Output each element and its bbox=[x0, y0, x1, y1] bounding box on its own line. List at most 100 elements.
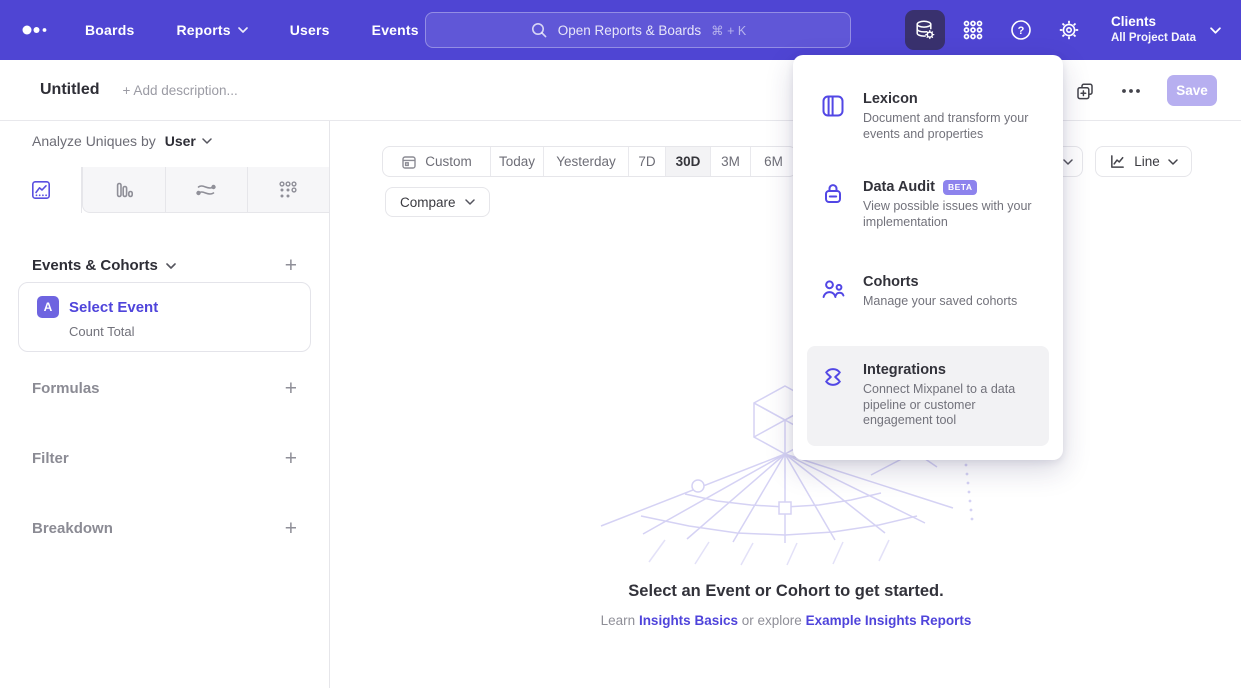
line-chart-tab-icon bbox=[30, 179, 52, 201]
data-management-button[interactable] bbox=[905, 10, 945, 50]
select-event-label: Select Event bbox=[69, 299, 158, 316]
cohorts-icon bbox=[820, 274, 846, 328]
count-total-label[interactable]: Count Total bbox=[69, 324, 310, 339]
chevron-down-icon bbox=[166, 263, 176, 269]
menu-item-integrations[interactable]: Integrations Connect Mixpanel to a data … bbox=[807, 346, 1049, 446]
menu-item-description: Connect Mixpanel to a data pipeline or c… bbox=[863, 382, 1048, 429]
analyze-by-dropdown[interactable]: User bbox=[165, 133, 212, 149]
project-scope: All Project Data bbox=[1111, 31, 1196, 45]
apps-grid-button[interactable] bbox=[953, 10, 993, 50]
chart-style-label: Line bbox=[1134, 154, 1160, 169]
more-options-button[interactable] bbox=[1121, 88, 1141, 94]
chart-style-dropdown[interactable]: Line bbox=[1095, 146, 1192, 177]
flow-tab-icon bbox=[195, 179, 217, 201]
nav-item-reports[interactable]: Reports bbox=[176, 22, 247, 38]
date-range-yesterday[interactable]: Yesterday bbox=[544, 147, 629, 176]
empty-state-heading: Select an Event or Cohort to get started… bbox=[331, 582, 1241, 601]
tab-bar-chart[interactable] bbox=[82, 167, 164, 213]
date-range-custom[interactable]: Custom bbox=[383, 147, 491, 176]
svg-text:?: ? bbox=[1018, 25, 1025, 37]
select-event-card[interactable]: A Select Event Count Total bbox=[18, 282, 311, 352]
formulas-header: Formulas bbox=[32, 380, 100, 397]
tab-flow[interactable] bbox=[165, 167, 247, 213]
add-breakdown-button[interactable]: + bbox=[285, 518, 297, 539]
date-range-6m[interactable]: 6M bbox=[751, 147, 796, 176]
example-reports-link[interactable]: Example Insights Reports bbox=[806, 613, 972, 628]
ellipsis-icon bbox=[1121, 88, 1141, 94]
analyze-prefix-label: Analyze Uniques by bbox=[32, 133, 156, 149]
learn-prefix: Learn bbox=[601, 613, 636, 628]
add-filter-button[interactable]: + bbox=[285, 448, 297, 469]
data-audit-icon bbox=[820, 179, 846, 254]
query-builder-sidebar: Analyze Uniques by User bbox=[0, 121, 330, 688]
settings-button[interactable] bbox=[1049, 10, 1089, 50]
lexicon-icon bbox=[820, 91, 846, 159]
chevron-down-icon bbox=[202, 138, 212, 144]
help-icon: ? bbox=[1010, 19, 1032, 41]
project-selector[interactable]: Clients All Project Data bbox=[1111, 14, 1221, 45]
date-range-today[interactable]: Today bbox=[491, 147, 544, 176]
menu-item-description: Document and transform your events and p… bbox=[863, 111, 1048, 142]
chevron-down-icon bbox=[1210, 27, 1221, 34]
integrations-icon bbox=[820, 362, 846, 436]
project-name: Clients bbox=[1111, 14, 1196, 31]
chevron-down-icon bbox=[1168, 159, 1178, 165]
events-cohorts-header[interactable]: Events & Cohorts bbox=[32, 257, 176, 274]
menu-item-title: Cohorts bbox=[863, 274, 919, 290]
gear-icon bbox=[1058, 19, 1080, 41]
nav-item-events[interactable]: Events bbox=[372, 22, 419, 38]
nav-label: Boards bbox=[85, 22, 134, 38]
compare-dropdown[interactable]: Compare bbox=[385, 187, 490, 217]
global-search-input[interactable]: Open Reports & Boards ⌘ + K bbox=[425, 12, 851, 48]
tab-retention[interactable] bbox=[247, 167, 329, 213]
date-range-30d[interactable]: 30D bbox=[666, 147, 711, 176]
search-placeholder: Open Reports & Boards bbox=[558, 23, 701, 38]
menu-item-title: Integrations bbox=[863, 362, 946, 378]
compare-label: Compare bbox=[400, 195, 456, 210]
menu-item-title: Lexicon bbox=[863, 91, 918, 107]
date-range-3m[interactable]: 3M bbox=[711, 147, 751, 176]
database-gear-icon bbox=[914, 19, 936, 41]
retention-tab-icon bbox=[277, 179, 299, 201]
nav-label: Reports bbox=[176, 22, 230, 38]
menu-item-cohorts[interactable]: Cohorts Manage your saved cohorts bbox=[807, 264, 1049, 338]
duplicate-button[interactable] bbox=[1075, 81, 1095, 101]
analyze-value: User bbox=[165, 133, 196, 149]
menu-item-description: Manage your saved cohorts bbox=[863, 294, 1048, 310]
save-button[interactable]: Save bbox=[1167, 75, 1217, 106]
mixpanel-logo-icon[interactable] bbox=[22, 22, 52, 38]
add-event-button[interactable]: + bbox=[285, 255, 297, 276]
add-formula-button[interactable]: + bbox=[285, 378, 297, 399]
menu-item-lexicon[interactable]: Lexicon Document and transform your even… bbox=[807, 81, 1049, 169]
grid-icon bbox=[962, 19, 984, 41]
filter-header: Filter bbox=[32, 450, 69, 467]
nav-item-users[interactable]: Users bbox=[290, 22, 330, 38]
tab-insights-line[interactable] bbox=[0, 167, 82, 213]
copy-plus-icon bbox=[1075, 81, 1095, 101]
middle-text: or explore bbox=[742, 613, 802, 628]
nav-label: Events bbox=[372, 22, 419, 38]
insights-report-page: Boards Reports Users Events Open Reports… bbox=[0, 0, 1241, 688]
top-navbar: Boards Reports Users Events Open Reports… bbox=[0, 0, 1241, 60]
nav-label: Users bbox=[290, 22, 330, 38]
events-cohorts-label: Events & Cohorts bbox=[32, 257, 158, 274]
nav-item-boards[interactable]: Boards bbox=[85, 22, 134, 38]
calendar-icon bbox=[401, 154, 417, 170]
date-range-7d[interactable]: 7D bbox=[629, 147, 666, 176]
line-chart-icon bbox=[1109, 153, 1126, 170]
chevron-down-icon bbox=[1063, 159, 1073, 165]
data-management-menu: Lexicon Document and transform your even… bbox=[793, 55, 1063, 460]
event-series-badge: A bbox=[37, 296, 59, 318]
insights-basics-link[interactable]: Insights Basics bbox=[639, 613, 738, 628]
beta-badge: BETA bbox=[943, 180, 978, 195]
report-title[interactable]: Untitled bbox=[40, 81, 100, 99]
help-button[interactable]: ? bbox=[1001, 10, 1041, 50]
chevron-down-icon bbox=[465, 199, 475, 205]
bar-chart-tab-icon bbox=[113, 179, 135, 201]
add-description-field[interactable]: + Add description... bbox=[123, 83, 238, 98]
menu-item-title: Data Audit bbox=[863, 179, 935, 195]
date-range-control: Custom Today Yesterday 7D 30D 3M 6M bbox=[382, 146, 797, 177]
search-shortcut: ⌘ + K bbox=[711, 23, 746, 38]
menu-item-data-audit[interactable]: Data Audit BETA View possible issues wit… bbox=[807, 169, 1049, 264]
menu-item-description: View possible issues with your implement… bbox=[863, 199, 1048, 230]
